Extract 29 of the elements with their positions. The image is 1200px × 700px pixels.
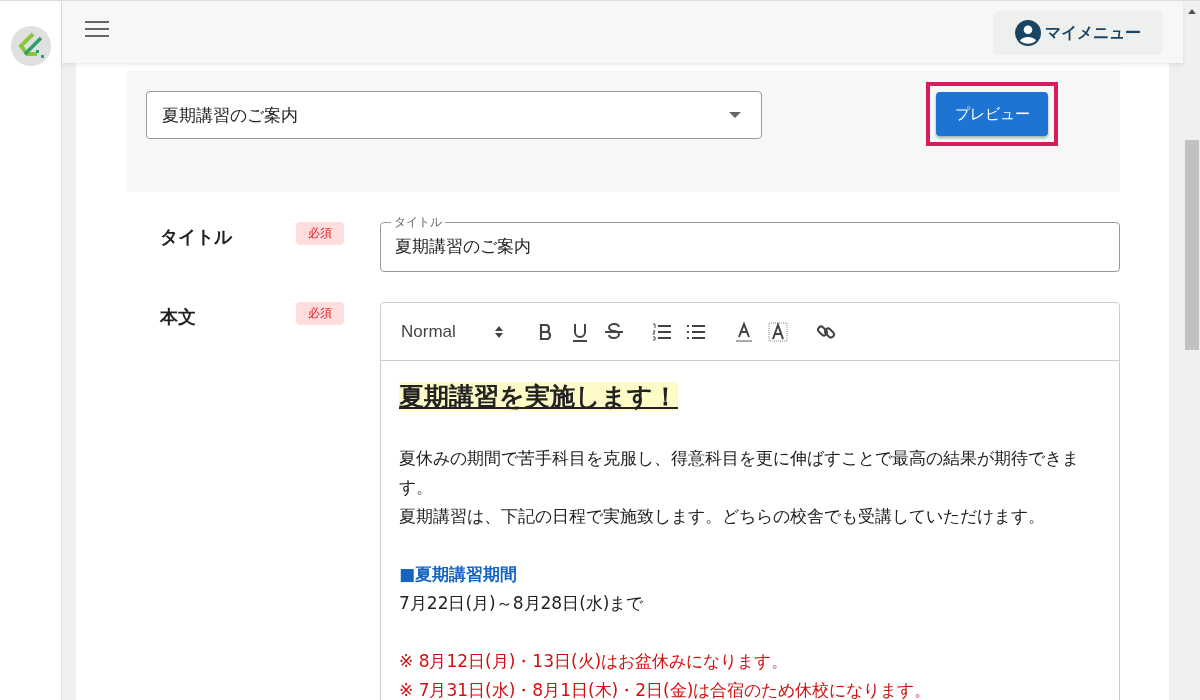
- body-text: 夏期講習は、下記の日程で実施致します。どちらの校舎でも受講していただけます。: [399, 506, 1045, 526]
- body-text: 夏休みの期間で苦手科目を克服し、得意科目を更に伸ばすことで最高の結果が期待できます。: [399, 448, 1079, 497]
- menu-icon[interactable]: [85, 20, 109, 38]
- body-heading: 夏期講習を実施します！: [399, 382, 678, 411]
- rich-text-editor[interactable]: Normal 夏期講習を実施します！ 夏休みの期間で苦手科目を克服し、得意科目を更に伸ばすことで最高の結果が期待できます。 夏期講習は、下記の日程で実施致します。どちらの校舎でも受講していただけます。 ■夏期講習期間 7月22日(月)～8月28日(水)まで ※ 8月12日(月)・13日(火)はお盆休みになります。 ※ 7月31日(水)・8月1日(木)・2日(金)は合宿のため休校になります。: [380, 302, 1120, 700]
- note-text: ※ 7月31日(水)・8月1日(木)・2日(金)は合宿のため休校になります。: [399, 680, 932, 700]
- required-badge: 必須: [296, 302, 344, 325]
- numbered-list-icon[interactable]: [651, 321, 672, 342]
- sort-caret-icon: [493, 324, 504, 339]
- my-menu-button[interactable]: マイメニュー: [993, 11, 1163, 55]
- template-select[interactable]: 夏期講習のご案内: [146, 91, 762, 139]
- scroll-up-icon[interactable]: [1187, 9, 1196, 14]
- logo-icon: [10, 26, 51, 66]
- note-text: ※ 8月12日(月)・13日(火)はお盆休みになります。: [399, 651, 789, 671]
- field-label: 本文: [159, 305, 197, 329]
- user-icon: [1015, 20, 1041, 46]
- field-value: 夏期講習のご案内: [395, 236, 531, 256]
- background-color-icon[interactable]: [767, 321, 788, 342]
- floating-label: タイトル: [391, 214, 445, 231]
- dropdown-caret-icon: [729, 112, 741, 118]
- format-select[interactable]: Normal: [401, 321, 504, 342]
- text-color-icon[interactable]: [733, 321, 754, 342]
- strikethrough-icon[interactable]: [603, 321, 624, 342]
- field-label: タイトル: [159, 225, 234, 249]
- scrollbar-thumb[interactable]: [1184, 140, 1199, 350]
- body-text: 7月22日(月)～8月28日(水)まで: [399, 593, 644, 613]
- required-badge: 必須: [296, 222, 344, 245]
- preview-button[interactable]: プレビュー: [936, 92, 1048, 136]
- section-heading: ■夏期講習期間: [399, 564, 518, 584]
